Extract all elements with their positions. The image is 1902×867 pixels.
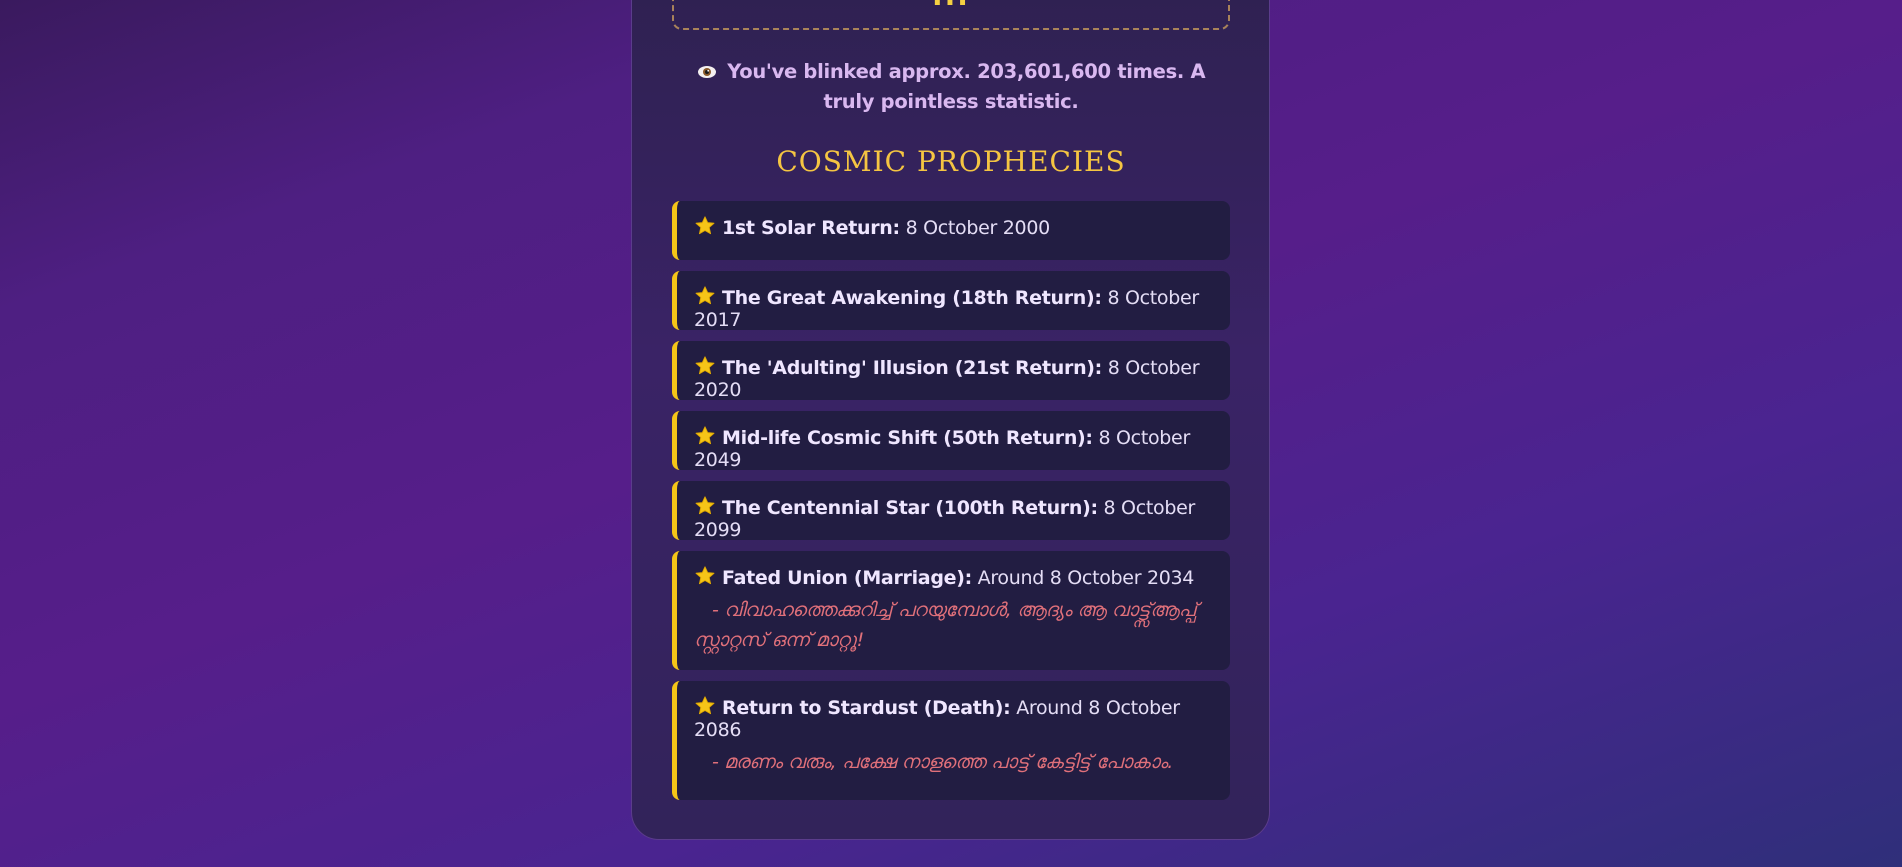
prophecy-list: 1st Solar Return: 8 October 2000 The Gre… xyxy=(672,201,1230,811)
prophecy-item: The 'Adulting' Illusion (21st Return): 8… xyxy=(672,341,1230,401)
star-icon xyxy=(694,425,716,447)
result-card: ... You've blinked approx. 203,601,600 t… xyxy=(631,0,1270,840)
prophecy-item: Fated Union (Marriage): Around 8 October… xyxy=(672,551,1230,670)
star-icon xyxy=(694,355,716,377)
prophecy-label: Mid-life Cosmic Shift (50th Return): xyxy=(722,427,1093,449)
star-icon xyxy=(694,495,716,517)
prophecy-label: Return to Stardust (Death): xyxy=(722,697,1011,719)
star-icon xyxy=(694,285,716,307)
prophecy-item: The Great Awakening (18th Return): 8 Oct… xyxy=(672,271,1230,331)
dashed-header-box: ... xyxy=(672,0,1230,30)
prophecy-item: Return to Stardust (Death): Around 8 Oct… xyxy=(672,681,1230,800)
prophecy-label: Fated Union (Marriage): xyxy=(722,567,972,589)
prophecy-date: Around 8 October 2034 xyxy=(977,567,1195,589)
prophecy-item: 1st Solar Return: 8 October 2000 xyxy=(672,201,1230,260)
prophecy-note: - മരണം വരും, പക്ഷേ നാളത്തെ പാട്ട് കേട്ടി… xyxy=(712,751,1173,773)
blink-statistic-text: You've blinked approx. 203,601,600 times… xyxy=(727,60,1206,113)
prophecy-label: The Centennial Star (100th Return): xyxy=(722,497,1098,519)
prophecy-label: 1st Solar Return: xyxy=(722,217,900,239)
star-icon xyxy=(694,695,716,717)
prophecy-date: 8 October 2000 xyxy=(905,217,1051,239)
prophecy-label: The Great Awakening (18th Return): xyxy=(722,287,1102,309)
blink-statistic: You've blinked approx. 203,601,600 times… xyxy=(672,57,1230,117)
prophecy-note: - വിവാഹത്തെക്കുറിച്ച് പറയുമ്പോൾ, ആദ്യം ആ… xyxy=(694,599,1197,651)
eye-icon xyxy=(697,58,717,78)
prophecy-item: Mid-life Cosmic Shift (50th Return): 8 O… xyxy=(672,411,1230,471)
prophecy-label: The 'Adulting' Illusion (21st Return): xyxy=(722,357,1102,379)
section-title: COSMIC PROPHECIES xyxy=(776,145,1126,178)
star-icon xyxy=(694,565,716,587)
dashed-box-text: ... xyxy=(674,0,1228,12)
prophecy-item: The Centennial Star (100th Return): 8 Oc… xyxy=(672,481,1230,541)
star-icon xyxy=(694,215,716,237)
